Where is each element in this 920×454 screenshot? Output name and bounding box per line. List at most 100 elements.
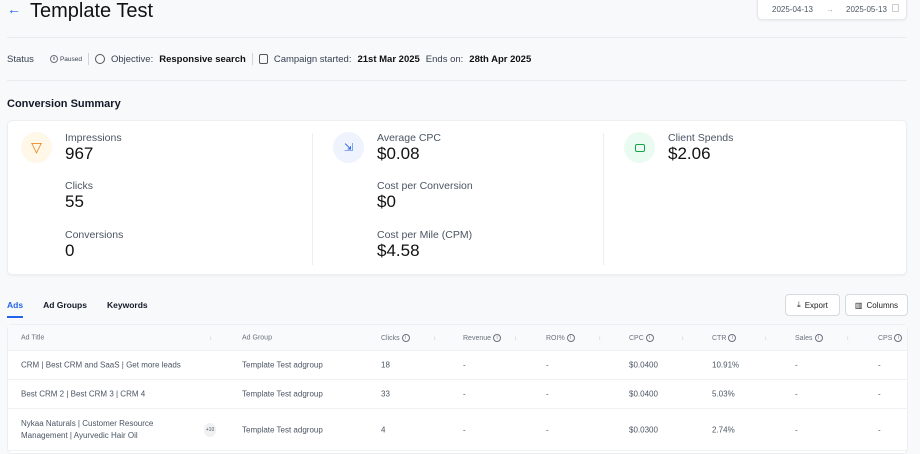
status-label: Status [7,53,34,65]
ad-title[interactable]: Nykaa Naturals | Customer Resource Manage… [21,418,153,442]
sales: - [795,425,798,434]
ad-group: Template Test adgroup [242,360,323,370]
metric-cost-per-conversion: Cost per Conversion $0 [377,180,473,211]
wallet-icon [624,132,655,163]
export-button[interactable]: ⤓ Export [785,294,840,316]
tab-bar: Ads Ad Groups Keywords [7,300,148,318]
date-end[interactable]: 2025-05-13 [846,5,887,14]
cps: - [878,425,881,434]
revenue: - [463,389,466,399]
columns-button[interactable]: ▥ Columns [845,294,908,316]
ctr: 2.74% [712,425,735,434]
download-icon: ⤓ [797,300,801,309]
funnel-icon: ▽ [21,132,52,163]
columns-icon: ▥ [854,300,863,310]
ctr: 10.91% [712,360,740,370]
info-icon: i [894,333,903,342]
sort-icon[interactable]: ↓ [514,334,518,341]
col-ad-title[interactable]: Ad Title [21,334,44,341]
ads-table: Ad Title ↓ Ad Group Clicks i ↓ Revenue i ↓ RO… [7,324,908,454]
cpc: $0.0300 [629,425,658,434]
date-start[interactable]: 2025-04-13 [772,5,813,14]
page-title: Template Test [30,0,154,22]
ad-group: Template Test adgroup [242,425,323,434]
col-ad-group[interactable]: Ad Group [242,334,272,341]
table-row[interactable]: Nykaa Naturals | Customer Resource Manage… [8,409,907,451]
objective-label: Objective: [110,53,154,65]
target-icon [94,54,105,64]
roi: - [546,389,549,399]
table-header: Ad Title ↓ Ad Group Clicks i ↓ Revenue i ↓ RO… [8,325,907,351]
divider [312,133,313,265]
conversion-summary-card: ▽ Impressions 967 Clicks 55 Conversions 0 ⇲… [7,120,907,275]
date-range-picker[interactable]: 2025-04-13 → 2025-05-13 [757,0,907,20]
col-cpc[interactable]: CPC i [629,333,654,342]
info-icon: i [728,333,737,342]
calendar-icon [258,54,268,64]
cursor-click-icon: ⇲ [333,132,364,163]
divider [251,53,253,65]
metric-clicks: Clicks 55 [65,180,93,211]
tab-keywords[interactable]: Keywords [107,300,148,318]
divider [603,133,604,265]
col-ctr[interactable]: CTR i [712,333,737,342]
col-cps[interactable]: CPS i [878,333,903,342]
ctr: 5.03% [712,389,735,399]
cps: - [878,389,881,399]
status-bar: Status ॥ Paused Objective: Responsive sear… [7,53,531,65]
clicks: 18 [381,360,390,370]
started-value: 21st Mar 2025 [357,53,420,65]
col-revenue[interactable]: Revenue i [463,333,502,342]
col-sales[interactable]: Sales i [795,333,823,342]
cpc: $0.0400 [629,360,658,370]
info-icon: i [566,333,575,342]
sort-icon[interactable]: ↓ [681,334,685,341]
arrow-right-icon: → [826,5,834,14]
pause-icon: ॥ [49,55,58,63]
started-label: Campaign started: [273,53,352,65]
sort-icon[interactable]: ↓ [598,334,602,341]
revenue: - [463,360,466,370]
metric-conversions: Conversions 0 [65,229,124,260]
ad-title[interactable]: CRM | Best CRM and SaaS | Get more leads [21,361,181,370]
col-roi[interactable]: ROI% i [546,333,575,342]
sort-icon[interactable]: ↓ [433,334,437,341]
section-title: Conversion Summary [7,98,121,110]
divider [7,37,907,38]
divider [87,53,89,65]
ends-value: 28th Apr 2025 [469,53,532,65]
info-icon: i [493,333,502,342]
cps: - [878,360,881,370]
info-icon: i [814,333,823,342]
table-row[interactable]: CRM | Best CRM and SaaS | Get more leads… [8,351,907,380]
sales: - [795,360,798,370]
metric-average-cpc: Average CPC $0.08 [377,132,442,163]
metric-cpm: Cost per Mile (CPM) $4.58 [377,229,473,260]
info-icon: i [401,333,410,342]
more-keywords-badge[interactable]: +10 [204,422,216,437]
metric-impressions: Impressions 967 [65,132,122,163]
sort-icon[interactable]: ↓ [764,334,768,341]
cpc: $0.0400 [629,389,658,399]
metric-client-spends: Client Spends $2.06 [668,132,734,163]
sales: - [795,389,798,399]
tab-ads[interactable]: Ads [7,300,24,318]
ad-group: Template Test adgroup [242,389,323,399]
roi: - [546,425,549,434]
tab-ad-groups[interactable]: Ad Groups [43,300,87,318]
back-arrow-icon[interactable]: ← [7,1,21,17]
sort-icon[interactable]: ↓ [209,334,213,341]
info-icon: i [645,333,654,342]
clicks: 4 [381,425,386,434]
ends-label: Ends on: [425,53,464,65]
table-row[interactable]: Best CRM 2 | Best CRM 3 | CRM 4 Template… [8,380,907,409]
clicks: 33 [381,389,390,399]
col-clicks[interactable]: Clicks i [381,333,410,342]
divider [7,80,907,81]
calendar-icon [892,4,899,12]
objective-value: Responsive search [159,53,246,65]
status-badge: ॥ Paused [48,55,82,63]
roi: - [546,360,549,370]
sort-icon[interactable]: ↓ [846,334,850,341]
ad-title[interactable]: Best CRM 2 | Best CRM 3 | CRM 4 [21,390,145,399]
